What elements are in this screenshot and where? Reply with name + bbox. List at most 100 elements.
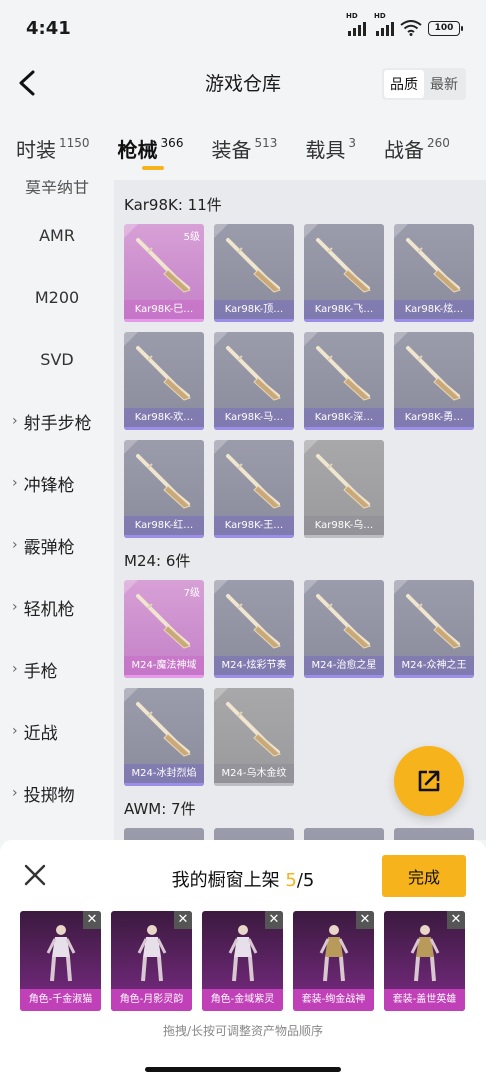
share-icon <box>418 770 440 792</box>
sidebar-item-mosin[interactable]: 莫辛纳甘 <box>0 180 114 194</box>
share-button[interactable] <box>394 746 464 816</box>
section-title-awm: AWM: 7件 <box>124 800 196 818</box>
weapon-card[interactable] <box>304 828 384 840</box>
back-icon[interactable] <box>14 68 44 98</box>
home-indicator[interactable] <box>145 1067 341 1072</box>
weapon-name: Kar98K-巳… <box>124 300 204 322</box>
sort-toggle: 品质 最新 <box>382 68 466 100</box>
showcase-item[interactable]: ✕ 角色-千金淑猫 <box>20 911 101 1011</box>
battery-icon: 100 <box>428 20 463 36</box>
weapon-card[interactable] <box>124 828 204 840</box>
weapon-name: M24-乌木金纹 <box>214 764 294 786</box>
weapon-card[interactable]: Kar98K-炫… <box>394 224 474 322</box>
wifi-icon <box>400 20 422 36</box>
section-title-m24: M24: 6件 <box>124 552 191 570</box>
weapon-card[interactable]: 7级 M24-魔法神域 <box>124 580 204 678</box>
chevron-right-icon: › <box>12 661 18 677</box>
sidebar-item-m200[interactable]: M200 <box>0 266 114 328</box>
sidebar-group-dmr[interactable]: › 射手步枪 <box>0 390 114 452</box>
weapon-card[interactable]: M24-众神之王 <box>394 580 474 678</box>
chevron-right-icon: › <box>12 785 18 801</box>
gun-image <box>136 346 191 401</box>
tab-active-indicator <box>141 166 164 170</box>
weapon-card[interactable]: Kar98K-飞… <box>304 224 384 322</box>
weapon-card[interactable]: M24-冰封烈焰 <box>124 688 204 786</box>
weapon-name: Kar98K-深… <box>304 408 384 430</box>
showcase-item[interactable]: ✕ 角色-月影灵韵 <box>111 911 192 1011</box>
showcase-count: 5 <box>285 870 297 891</box>
weapon-card[interactable] <box>214 828 294 840</box>
gun-image <box>226 594 281 649</box>
signal-icon: HD <box>374 12 394 36</box>
sidebar-group-throwable[interactable]: › 投掷物 <box>0 762 114 824</box>
showcase-panel: 我的橱窗上架 5/5 完成 拖拽/长按可调整资产物品顺序 ✕ 角色-千金淑猫 ✕ 角色… <box>0 840 486 1080</box>
gun-image <box>226 238 281 293</box>
character-image <box>319 925 349 982</box>
weapon-name: Kar98K-顶… <box>214 300 294 322</box>
gun-image <box>226 346 281 401</box>
gun-image <box>136 594 191 649</box>
level-badge: 5级 <box>183 232 200 243</box>
character-image <box>137 925 167 982</box>
sidebar-group-melee[interactable]: › 近战 <box>0 700 114 762</box>
done-button[interactable]: 完成 <box>382 855 466 897</box>
remove-icon[interactable]: ✕ <box>356 911 374 929</box>
showcase-item[interactable]: ✕ 套装-绚金战神 <box>293 911 374 1011</box>
remove-icon[interactable]: ✕ <box>174 911 192 929</box>
remove-icon[interactable]: ✕ <box>447 911 465 929</box>
section-title-kar98k: Kar98K: 11件 <box>124 196 222 214</box>
sidebar-group-pistol[interactable]: › 手枪 <box>0 638 114 700</box>
chevron-right-icon: › <box>12 723 18 739</box>
sidebar-item-amr[interactable]: AMR <box>0 204 114 266</box>
gun-image <box>406 238 461 293</box>
weapon-name: Kar98K-勇… <box>394 408 474 430</box>
weapon-card[interactable]: M24-炫彩节奏 <box>214 580 294 678</box>
tab-equipment[interactable]: 装备 513 <box>211 120 277 172</box>
tab-guns[interactable]: 枪械 366 <box>118 120 183 172</box>
weapon-name: M24-魔法神域 <box>124 656 204 678</box>
gun-image <box>406 594 461 649</box>
sort-latest-button[interactable]: 最新 <box>424 70 464 98</box>
status-bar: 4:41 HD HD 100 <box>0 0 486 56</box>
weapon-card[interactable]: Kar98K-红… <box>124 440 204 538</box>
gun-image <box>136 702 191 757</box>
weapon-name: Kar98K-红… <box>124 516 204 538</box>
showcase-item[interactable]: ✕ 角色-金域紫灵 <box>202 911 283 1011</box>
remove-icon[interactable]: ✕ <box>265 911 283 929</box>
level-badge: 7级 <box>183 588 200 599</box>
weapon-card[interactable] <box>394 828 474 840</box>
weapon-card[interactable]: Kar98K-顶… <box>214 224 294 322</box>
sidebar-group-smg[interactable]: › 冲锋枪 <box>0 452 114 514</box>
reorder-hint: 拖拽/长按可调整资产物品顺序 <box>162 1024 324 1038</box>
tab-combat-supplies[interactable]: 战备 260 <box>384 120 450 172</box>
signal-icon: HD <box>346 12 366 36</box>
showcase-item-name: 角色-金域紫灵 <box>202 989 283 1011</box>
character-image <box>46 925 76 982</box>
weapon-card[interactable]: M24-乌木金纹 <box>214 688 294 786</box>
tab-fashion[interactable]: 时装 1150 <box>16 120 90 172</box>
sidebar-group-lmg[interactable]: › 轻机枪 <box>0 576 114 638</box>
sidebar-group-shotgun[interactable]: › 霰弹枪 <box>0 514 114 576</box>
weapon-name: Kar98K-欢… <box>124 408 204 430</box>
status-time: 4:41 <box>26 17 71 39</box>
weapon-card[interactable]: Kar98K-勇… <box>394 332 474 430</box>
sidebar-item-svd[interactable]: SVD <box>0 328 114 390</box>
gun-image <box>226 702 281 757</box>
weapon-card[interactable]: Kar98K-深… <box>304 332 384 430</box>
remove-icon[interactable]: ✕ <box>83 911 101 929</box>
weapon-card[interactable]: Kar98K-欢… <box>124 332 204 430</box>
showcase-item-name: 角色-月影灵韵 <box>111 989 192 1011</box>
weapon-card[interactable]: Kar98K-王… <box>214 440 294 538</box>
showcase-item[interactable]: ✕ 套装-盖世英雄 <box>384 911 465 1011</box>
weapon-card[interactable]: Kar98K-马… <box>214 332 294 430</box>
weapon-card[interactable]: M24-治愈之星 <box>304 580 384 678</box>
sort-quality-button[interactable]: 品质 <box>384 70 424 98</box>
gun-image <box>316 238 371 293</box>
tab-vehicles[interactable]: 载具 3 <box>305 120 356 172</box>
weapon-card[interactable]: 5级 Kar98K-巳… <box>124 224 204 322</box>
gun-image <box>226 454 281 509</box>
weapon-sidebar: 莫辛纳甘 AMR M200 SVD › 射手步枪 › 冲锋枪 › 霰弹枪 › 轻机枪 ›… <box>0 180 114 840</box>
weapon-card[interactable]: Kar98K-乌… <box>304 440 384 538</box>
weapon-name: M24-众神之王 <box>394 656 474 678</box>
chevron-right-icon: › <box>12 413 18 429</box>
